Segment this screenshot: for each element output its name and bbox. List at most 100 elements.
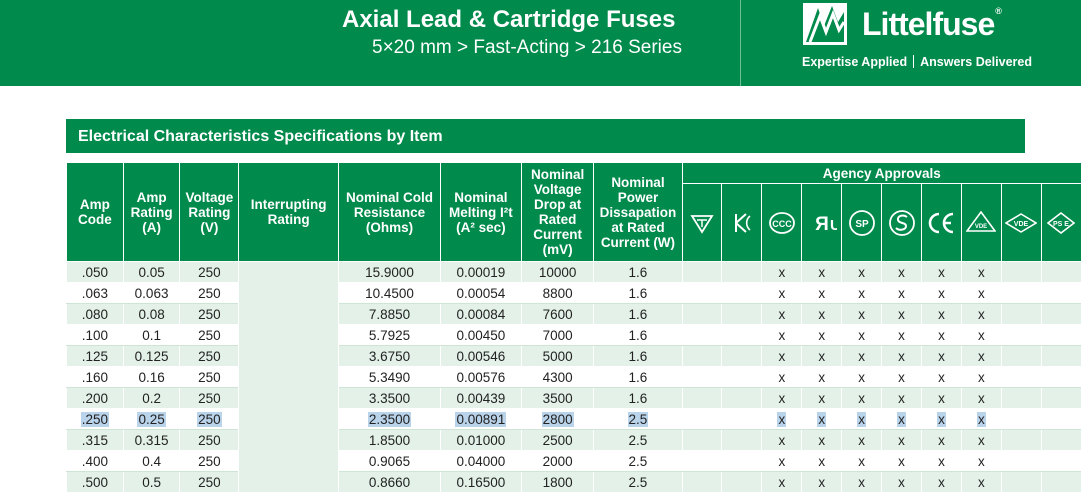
table-cell-drop: 10000 bbox=[520, 261, 595, 283]
agency-cell bbox=[1040, 387, 1081, 409]
table-row[interactable]: .315 0.315 250 1.8500 0.01000 2500 2.5 x x x x x x bbox=[66, 429, 1081, 451]
agency-cell: x bbox=[960, 471, 1002, 493]
table-cell-melt: 0.00084 bbox=[439, 303, 522, 325]
agency-cell bbox=[1000, 471, 1042, 493]
table-cell-power: 1.6 bbox=[593, 387, 683, 409]
col-amp-rating: Amp Rating (A) bbox=[122, 162, 181, 262]
table-cell-res: 3.6750 bbox=[338, 345, 441, 367]
agency-cell bbox=[721, 282, 763, 304]
agency-cell: x bbox=[921, 387, 962, 409]
agency-cell: x bbox=[761, 366, 803, 388]
agency-cell bbox=[1000, 450, 1042, 472]
table-cell-drop: 7000 bbox=[520, 324, 595, 346]
svg-text:VDE: VDE bbox=[1014, 221, 1029, 228]
agency-cell: x bbox=[801, 282, 843, 304]
table-cell-res: 5.7925 bbox=[338, 324, 441, 346]
agency-cell bbox=[721, 261, 763, 283]
agency-cell: x bbox=[761, 429, 803, 451]
table-row[interactable]: .200 0.2 250 3.3500 0.00439 3500 1.6 x x x x x x bbox=[66, 387, 1081, 409]
agency-cell: x bbox=[761, 471, 803, 493]
agency-cell: x bbox=[921, 450, 962, 472]
agency-cell bbox=[1000, 429, 1042, 451]
agency-cell: x bbox=[761, 345, 803, 367]
table-cell-res: 2.3500 bbox=[338, 408, 441, 430]
svg-text:VDE: VDE bbox=[975, 224, 987, 230]
agency-cell: x bbox=[960, 450, 1002, 472]
table-row[interactable]: .063 0.063 250 10.4500 0.00054 8800 1.6 x x x x x x bbox=[66, 282, 1081, 304]
table-row[interactable]: .100 0.1 250 5.7925 0.00450 7000 1.6 x x x x x x bbox=[66, 324, 1081, 346]
agency-cell: x bbox=[960, 261, 1002, 283]
vde-mark-icon: VDE bbox=[1000, 183, 1042, 262]
agency-cell: x bbox=[960, 366, 1002, 388]
agency-cell: x bbox=[881, 303, 922, 325]
ul-recognized-icon: ЯU bbox=[801, 183, 843, 262]
agency-cell: x bbox=[801, 303, 843, 325]
agency-cell: x bbox=[921, 345, 962, 367]
table-row[interactable]: .125 0.125 250 3.6750 0.00546 5000 1.6 x x x x x x bbox=[66, 345, 1081, 367]
svg-text:SP: SP bbox=[855, 219, 869, 230]
section-header: Electrical Characteristics Specification… bbox=[66, 119, 1025, 153]
table-cell-amp: 0.25 bbox=[122, 408, 181, 430]
agency-cell: x bbox=[841, 303, 883, 325]
agency-cell bbox=[721, 345, 763, 367]
interrupting-rating-cell bbox=[238, 261, 340, 493]
agency-cell: x bbox=[761, 387, 803, 409]
agency-cell: x bbox=[960, 324, 1002, 346]
agency-cell: x bbox=[881, 408, 922, 430]
agency-cell: x bbox=[841, 282, 883, 304]
table-cell-volt: 250 bbox=[179, 261, 240, 283]
agency-cell bbox=[721, 387, 763, 409]
table-row[interactable]: .160 0.16 250 5.3490 0.00576 4300 1.6 x x x x x x bbox=[66, 366, 1081, 388]
agency-cell: x bbox=[960, 387, 1002, 409]
agency-cell: x bbox=[881, 282, 922, 304]
col-interrupting-rating: Interrupting Rating bbox=[238, 162, 340, 262]
table-cell-code: .200 bbox=[66, 387, 124, 409]
agency-cell bbox=[1000, 303, 1042, 325]
table-cell-amp: 0.315 bbox=[122, 429, 181, 451]
agency-cell: x bbox=[881, 366, 922, 388]
table-cell-melt: 0.01000 bbox=[439, 429, 522, 451]
section-title: Electrical Characteristics Specification… bbox=[78, 128, 443, 145]
table-cell-power: 2.5 bbox=[593, 471, 683, 493]
col-voltage-rating: Voltage Rating (V) bbox=[179, 162, 240, 262]
col-amp-code: Amp Code bbox=[66, 162, 124, 262]
col-agency-approvals: Agency Approvals bbox=[681, 162, 1081, 184]
agency-cell: x bbox=[841, 408, 883, 430]
agency-cell: x bbox=[801, 387, 843, 409]
table-cell-power: 2.5 bbox=[593, 408, 683, 430]
agency-cell bbox=[1040, 345, 1081, 367]
agency-cell: x bbox=[841, 366, 883, 388]
table-row[interactable]: .400 0.4 250 0.9065 0.04000 2000 2.5 x x x x x x bbox=[66, 450, 1081, 472]
brand-name: Littelfuse® bbox=[862, 6, 1002, 42]
table-row[interactable]: .500 0.5 250 0.8660 0.16500 1800 2.5 x x x x x x bbox=[66, 471, 1081, 493]
table-cell-power: 1.6 bbox=[593, 345, 683, 367]
table-cell-amp: 0.1 bbox=[122, 324, 181, 346]
agency-cell bbox=[681, 408, 723, 430]
agency-cell: x bbox=[960, 429, 1002, 451]
table-cell-power: 2.5 bbox=[593, 450, 683, 472]
agency-cell bbox=[681, 324, 723, 346]
agency-cell: x bbox=[841, 450, 883, 472]
page-title: Axial Lead & Cartridge Fuses bbox=[342, 6, 676, 33]
kitemark-icon bbox=[681, 183, 723, 262]
svg-text:PS E: PS E bbox=[1053, 221, 1069, 228]
table-cell-code: .080 bbox=[66, 303, 124, 325]
table-cell-code: .315 bbox=[66, 429, 124, 451]
agency-cell bbox=[681, 303, 723, 325]
table-row[interactable]: .080 0.08 250 7.8850 0.00084 7600 1.6 x x x x x x bbox=[66, 303, 1081, 325]
spec-table: Amp Code Amp Rating (A) Voltage Rating (… bbox=[66, 162, 1081, 493]
agency-cell: x bbox=[921, 282, 962, 304]
agency-cell bbox=[1040, 303, 1081, 325]
table-cell-amp: 0.16 bbox=[122, 366, 181, 388]
svg-text:U: U bbox=[830, 217, 837, 234]
agency-cell: x bbox=[960, 282, 1002, 304]
agency-cell bbox=[681, 471, 723, 493]
agency-cell bbox=[1040, 429, 1081, 451]
table-row[interactable]: .050 0.05 250 15.9000 0.00019 10000 1.6 x x x x x x bbox=[66, 261, 1081, 493]
agency-cell: x bbox=[841, 429, 883, 451]
table-row[interactable]: .250 0.25 250 2.3500 0.00891 2800 2.5 x x x x x x bbox=[66, 408, 1081, 430]
agency-cell bbox=[1040, 450, 1081, 472]
table-cell-res: 3.3500 bbox=[338, 387, 441, 409]
table-cell-drop: 4300 bbox=[520, 366, 595, 388]
agency-cell bbox=[681, 282, 723, 304]
